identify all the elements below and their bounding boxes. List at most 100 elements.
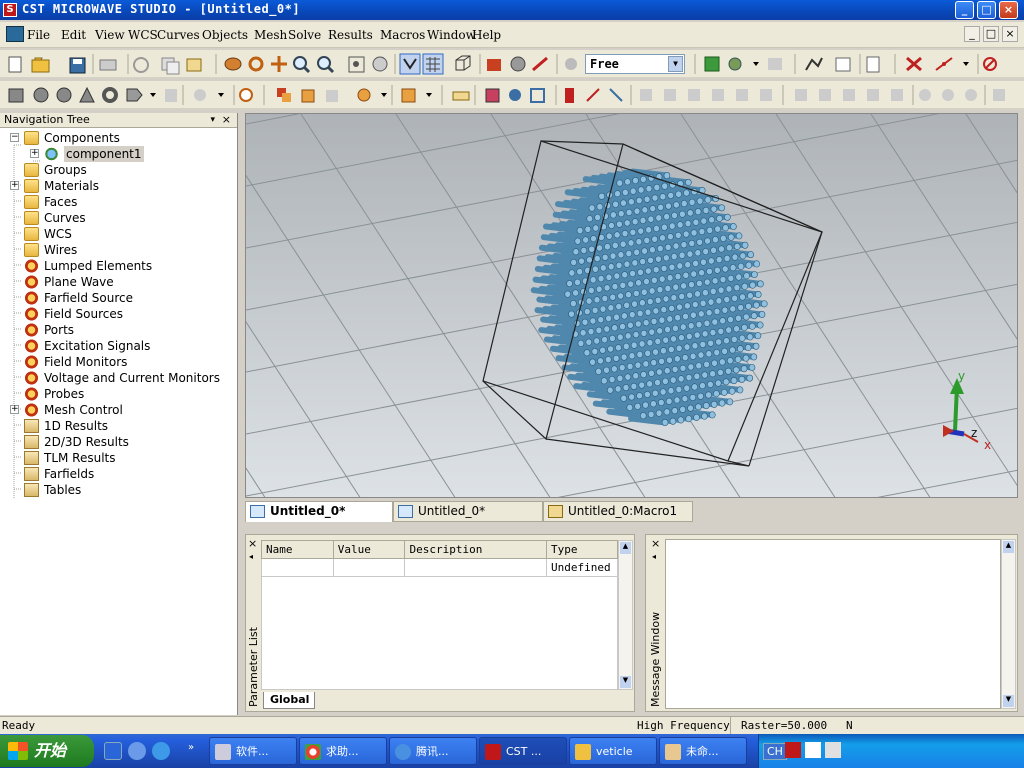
cell-description[interactable] [404, 558, 547, 577]
shape-red-icon[interactable] [487, 59, 501, 71]
cell-value[interactable] [332, 558, 406, 577]
task-help[interactable]: 求助... [299, 737, 387, 765]
solver-icon[interactable] [728, 57, 742, 71]
boolean-icon[interactable] [194, 89, 206, 101]
lumped-element-icon[interactable] [565, 88, 574, 103]
copy-icon[interactable] [161, 57, 180, 75]
wcs-dropdown-icon[interactable] [426, 93, 432, 97]
column-value[interactable]: Value [332, 540, 406, 559]
material-icon[interactable] [485, 88, 500, 103]
zoom-fit-icon[interactable] [317, 56, 335, 74]
table-row[interactable]: Undefined [261, 558, 618, 577]
torus-icon[interactable] [102, 87, 118, 103]
menu-curves[interactable]: Curves [157, 28, 200, 42]
mdi-minimize-button[interactable]: _ [964, 26, 980, 42]
zoom-icon[interactable] [293, 56, 311, 74]
ruler-icon[interactable] [452, 91, 470, 101]
minimize-button[interactable]: _ [955, 1, 974, 19]
macro-icon[interactable] [186, 58, 202, 72]
menu-view[interactable]: View [95, 28, 125, 42]
message-window-title[interactable]: Message Window [649, 612, 662, 707]
align-icon[interactable] [301, 89, 315, 103]
task-software[interactable]: 软件... [209, 737, 297, 765]
pick-line-icon[interactable] [935, 57, 953, 71]
view-mode-select[interactable]: Free ▼ [585, 54, 685, 74]
history-icon[interactable] [239, 88, 253, 102]
pick-dropdown-icon[interactable] [963, 62, 969, 66]
column-description[interactable]: Description [404, 540, 547, 559]
table-icon[interactable] [835, 57, 851, 72]
tray-help-icon[interactable] [825, 742, 841, 758]
spin-icon[interactable] [248, 56, 264, 72]
quicklaunch-more-icon[interactable]: » [188, 742, 194, 753]
settings-gear-icon[interactable] [510, 56, 526, 72]
message-scrollbar[interactable]: ▲ ▼ [1001, 539, 1016, 709]
local-wcs-icon[interactable] [401, 88, 416, 103]
collapse-arrow-icon[interactable]: ◂ [652, 552, 656, 561]
scroll-up-icon[interactable]: ▲ [620, 542, 631, 554]
chevron-down-icon[interactable]: ▼ [668, 56, 683, 72]
menu-objects[interactable]: Objects [202, 28, 248, 42]
scroll-up-icon[interactable]: ▲ [1003, 541, 1014, 553]
menu-file[interactable]: File [27, 28, 50, 42]
parameter-close-button[interactable]: × [248, 537, 257, 550]
pick-face-dropdown-icon[interactable] [381, 93, 387, 97]
menu-results[interactable]: Results [328, 28, 373, 42]
undo-icon[interactable] [133, 57, 149, 73]
cube-view-icon[interactable] [455, 55, 471, 71]
collapse-icon[interactable]: − [10, 133, 19, 142]
pick-face-icon[interactable] [357, 88, 371, 102]
menu-help[interactable]: Help [472, 28, 501, 42]
cylinders-icon[interactable] [768, 58, 782, 70]
free-mode-icon[interactable] [565, 58, 577, 70]
transform-icon[interactable] [277, 88, 291, 102]
green-cube-icon[interactable] [704, 56, 720, 72]
sphere-icon[interactable] [33, 87, 49, 103]
scroll-down-icon[interactable]: ▼ [1003, 695, 1014, 707]
save-icon[interactable] [69, 57, 86, 74]
port-icon[interactable] [509, 89, 521, 101]
pin-icon[interactable]: ▾ [210, 113, 215, 127]
menu-wcs[interactable]: WCS [128, 28, 158, 42]
new-file-icon[interactable] [8, 56, 22, 73]
grid-icon[interactable] [422, 53, 444, 75]
column-type[interactable]: Type [546, 540, 618, 559]
scroll-down-icon[interactable]: ▼ [620, 676, 631, 688]
monitor-icon[interactable] [530, 88, 545, 103]
mdi-close-button[interactable]: × [1002, 26, 1018, 42]
message-log[interactable] [665, 539, 1001, 709]
column-name[interactable]: Name [261, 540, 334, 559]
navtree-close-button[interactable]: × [222, 113, 231, 127]
parameter-scrollbar[interactable]: ▲ ▼ [618, 540, 633, 690]
quicklaunch-desktop-icon[interactable] [104, 742, 122, 760]
maximize-button[interactable]: □ [977, 1, 996, 19]
extrude-icon[interactable] [126, 88, 143, 102]
cylinder-icon[interactable] [56, 87, 72, 103]
expand-icon[interactable]: + [10, 405, 19, 414]
rotate-view-icon[interactable] [224, 57, 242, 71]
report-icon[interactable] [866, 56, 880, 73]
document-icon[interactable] [6, 26, 24, 42]
menu-macros[interactable]: Macros [380, 28, 425, 42]
stop-icon[interactable] [983, 57, 997, 71]
reset-view-icon[interactable] [348, 56, 365, 73]
tab-untitled-3d[interactable]: Untitled_0* [245, 501, 393, 522]
task-cst[interactable]: CST ... [479, 737, 567, 765]
extrude-dropdown-icon[interactable] [150, 93, 156, 97]
message-close-button[interactable]: × [651, 537, 660, 550]
cut-tool-icon[interactable] [906, 56, 922, 72]
start-button[interactable]: 开始 [0, 735, 94, 767]
farfield-icon[interactable] [609, 88, 623, 102]
tab-macro[interactable]: Untitled_0:Macro1 [543, 501, 693, 522]
print-icon[interactable] [99, 59, 117, 71]
camera-icon[interactable] [372, 56, 388, 72]
menu-solve[interactable]: Solve [288, 28, 321, 42]
rotate-profile-icon[interactable] [165, 89, 177, 102]
model-canvas[interactable]: y z x [246, 114, 1018, 498]
parameter-list-title[interactable]: Parameter List [247, 627, 260, 707]
task-untitled[interactable]: 未命... [659, 737, 747, 765]
tray-keyboard-icon[interactable] [805, 742, 821, 758]
tab-global[interactable]: Global [263, 692, 315, 709]
expand-icon[interactable]: + [10, 181, 19, 190]
boolean-dropdown-icon[interactable] [218, 93, 224, 97]
